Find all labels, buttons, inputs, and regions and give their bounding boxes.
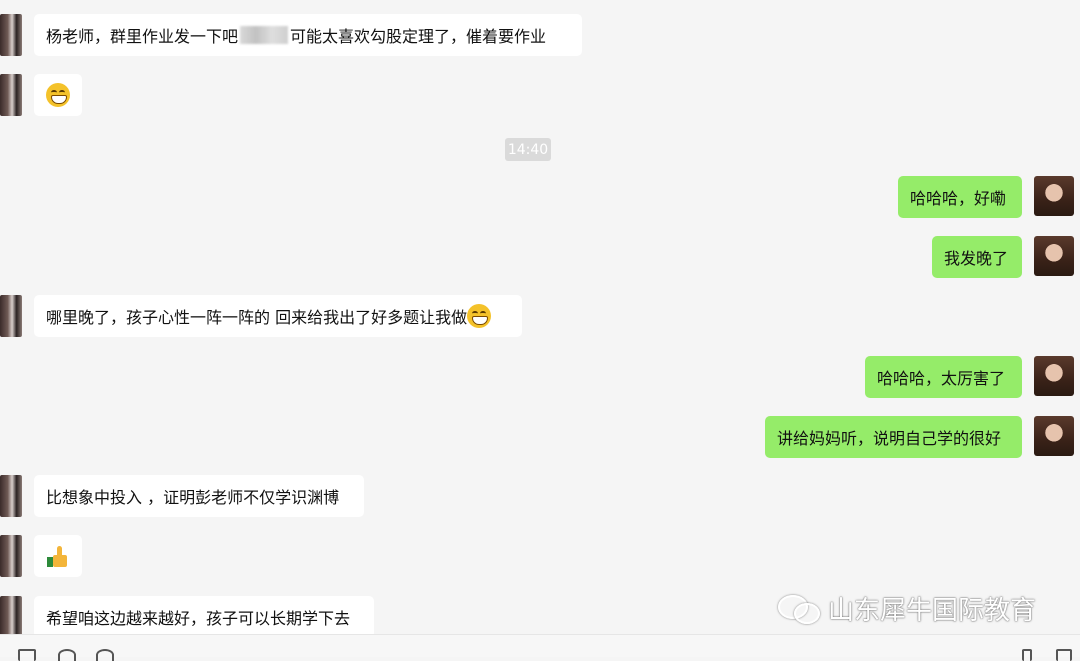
chat-area: 杨老师，群里作业发一下吧 可能太喜欢勾股定理了，催着要作业 14:40 哈哈哈，… — [0, 0, 1080, 661]
message-bubble-left[interactable]: 哪里晚了，孩子心性一阵一阵的 回来给我出了好多题让我做 — [34, 295, 522, 337]
contact-avatar[interactable] — [0, 535, 22, 577]
grinning-face-icon — [46, 83, 70, 107]
self-avatar[interactable] — [1034, 176, 1074, 216]
chat-timestamp: 14:40 — [505, 138, 551, 161]
folder-icon[interactable] — [18, 649, 36, 661]
emoji-icon[interactable] — [96, 649, 114, 661]
message-text: 哈哈哈，好嘞 — [910, 189, 1007, 208]
contact-avatar[interactable] — [0, 596, 22, 638]
message-bubble-left[interactable]: 希望咱这边越来越好，孩子可以长期学下去 — [34, 596, 374, 638]
thumbs-up-icon — [47, 545, 69, 567]
contact-avatar[interactable] — [0, 295, 22, 337]
message-bubble-right[interactable]: 我发晚了 — [932, 236, 1022, 278]
message-bubble-right[interactable]: 讲给妈妈听，说明自己学的很好 — [765, 416, 1022, 458]
message-text: 哪里晚了，孩子心性一阵一阵的 回来给我出了好多题让我做 — [46, 308, 468, 327]
contact-avatar[interactable] — [0, 14, 22, 56]
message-text: 可能太喜欢勾股定理了，催着要作业 — [290, 27, 547, 46]
grinning-face-icon — [467, 304, 492, 328]
message-text: 比想象中投入 ，证明彭老师不仅学识渊博 — [46, 488, 340, 507]
message-bubble-left[interactable]: 比想象中投入 ，证明彭老师不仅学识渊博 — [34, 475, 364, 517]
message-text: 希望咱这边越来越好，孩子可以长期学下去 — [46, 609, 351, 628]
message-bubble-right[interactable]: 哈哈哈，好嘞 — [898, 176, 1022, 218]
contact-avatar[interactable] — [0, 74, 22, 116]
wechat-icon — [778, 593, 822, 624]
input-toolbar — [0, 634, 1080, 661]
redacted-name — [240, 26, 289, 44]
watermark: 山东犀牛国际教育 — [778, 590, 1036, 626]
message-bubble-left[interactable]: 杨老师，群里作业发一下吧 可能太喜欢勾股定理了，催着要作业 — [34, 14, 582, 56]
message-text: 我发晚了 — [944, 249, 1009, 268]
watermark-text: 山东犀牛国际教育 — [828, 595, 1037, 626]
message-bubble-right[interactable]: 哈哈哈，太厉害了 — [865, 356, 1022, 398]
contact-avatar[interactable] — [0, 475, 22, 517]
message-bubble-left[interactable] — [34, 74, 82, 116]
message-text: 讲给妈妈听，说明自己学的很好 — [777, 429, 1002, 448]
scissors-icon[interactable] — [58, 649, 76, 661]
message-text: 杨老师，群里作业发一下吧 — [46, 27, 239, 46]
phone-icon[interactable] — [1022, 649, 1032, 661]
self-avatar[interactable] — [1034, 416, 1074, 456]
self-avatar[interactable] — [1034, 236, 1074, 276]
video-icon[interactable] — [1056, 649, 1072, 661]
message-bubble-left[interactable] — [34, 535, 82, 577]
message-text: 哈哈哈，太厉害了 — [877, 369, 1006, 388]
self-avatar[interactable] — [1034, 356, 1074, 396]
